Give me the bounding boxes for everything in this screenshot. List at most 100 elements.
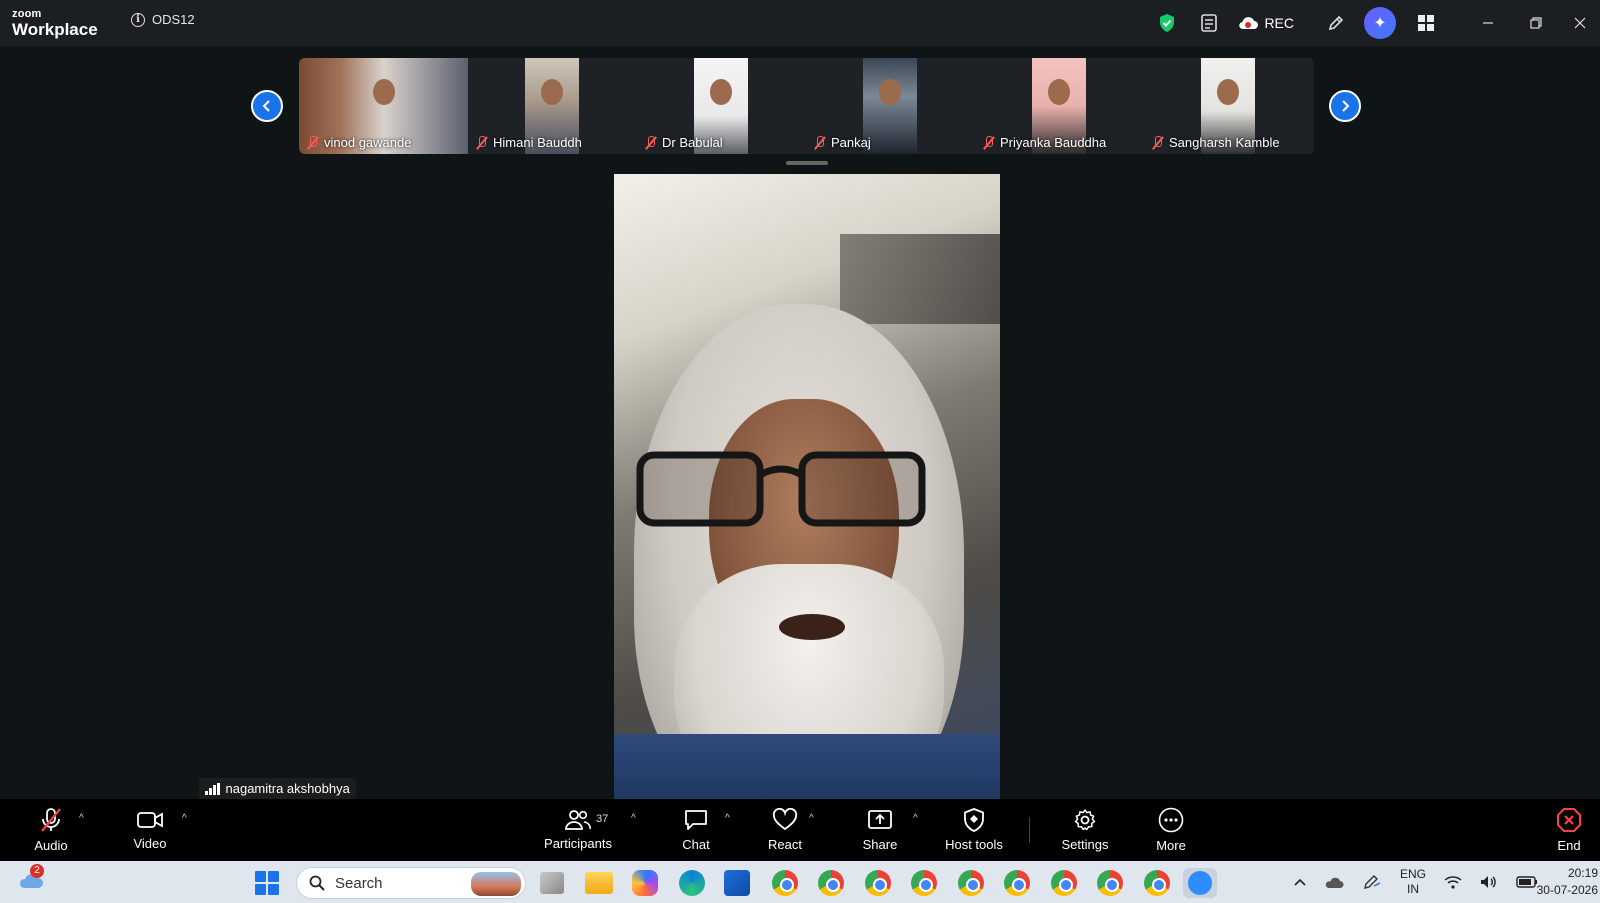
taskbar-clock[interactable]: 20:19 30-07-2026 <box>1537 865 1598 899</box>
toolbar-divider <box>1029 817 1030 843</box>
language-indicator[interactable]: ENG IN <box>1400 867 1426 897</box>
video-label: Video <box>133 836 167 851</box>
taskbar-search[interactable]: Search <box>296 867 526 899</box>
participant-tile[interactable]: Himani Bauddh <box>468 58 637 154</box>
participant-video <box>863 58 917 154</box>
notes-icon[interactable] <box>1195 9 1223 37</box>
apps-grid-icon[interactable] <box>1412 9 1440 37</box>
copilot-icon[interactable] <box>632 870 658 896</box>
search-placeholder: Search <box>335 874 383 892</box>
more-dots-icon <box>1158 807 1184 833</box>
chrome-icon[interactable] <box>865 870 891 896</box>
annotate-pen-icon[interactable] <box>1322 9 1350 37</box>
more-button[interactable]: More <box>1152 799 1190 861</box>
participants-options-caret[interactable]: ^ <box>631 813 636 824</box>
chrome-icon[interactable] <box>1144 870 1170 896</box>
host-tools-button[interactable]: Host tools <box>944 799 1004 861</box>
audio-button[interactable]: Audio <box>28 799 74 861</box>
restore-icon[interactable] <box>1512 0 1560 46</box>
title-bar: zoom Workplace i ODS12 REC ✦ <box>0 0 1600 46</box>
chrome-icon[interactable] <box>958 870 984 896</box>
meeting-info-button[interactable]: i ODS12 <box>131 12 195 27</box>
chrome-icon[interactable] <box>1004 870 1030 896</box>
filmstrip-resize-handle[interactable] <box>786 161 828 165</box>
participant-name-label: Dr Babulal <box>645 135 723 150</box>
task-view-icon[interactable] <box>540 872 564 894</box>
file-explorer-icon[interactable] <box>585 872 613 894</box>
participant-filmstrip: vinod gawande Himani Bauddh Dr Babulal P… <box>299 58 1314 154</box>
participant-tile[interactable]: Dr Babulal <box>637 58 806 154</box>
share-options-caret[interactable]: ^ <box>913 813 918 824</box>
clock-date: 30-07-2026 <box>1536 883 1598 897</box>
active-speaker-video <box>614 174 1000 799</box>
audio-label: Audio <box>34 838 68 853</box>
chrome-icon[interactable] <box>1097 870 1123 896</box>
video-background <box>840 234 1000 324</box>
minimize-icon[interactable] <box>1464 0 1512 46</box>
audio-options-caret[interactable]: ^ <box>79 813 84 824</box>
logo-small-text: zoom <box>12 8 42 20</box>
chevron-up-icon[interactable] <box>1294 878 1306 886</box>
chat-bubble-icon <box>685 810 707 830</box>
video-subject-mouth <box>779 614 845 640</box>
volume-icon[interactable] <box>1480 875 1498 889</box>
gear-icon <box>1074 809 1096 831</box>
mic-muted-icon <box>814 135 826 150</box>
zoom-app-icon[interactable] <box>1183 868 1217 898</box>
wifi-icon[interactable] <box>1444 875 1462 889</box>
battery-icon[interactable] <box>1516 876 1538 888</box>
cloud-rec-icon <box>1239 17 1259 30</box>
end-meeting-button[interactable]: End <box>1552 799 1586 861</box>
encryption-shield-icon[interactable] <box>1153 9 1181 37</box>
chrome-icon[interactable] <box>772 870 798 896</box>
onedrive-icon[interactable] <box>1324 876 1344 889</box>
end-call-icon <box>1557 808 1581 832</box>
participant-tile[interactable]: Priyanka Bauddha <box>975 58 1144 154</box>
video-button[interactable]: Video <box>128 799 172 861</box>
meeting-id: ODS12 <box>152 12 195 27</box>
participant-name-label: vinod gawande <box>307 135 411 150</box>
react-label: React <box>768 837 802 852</box>
zoom-logo: zoom Workplace <box>12 8 98 39</box>
video-options-caret[interactable]: ^ <box>182 813 187 824</box>
chrome-icon[interactable] <box>911 870 937 896</box>
share-screen-icon <box>868 810 892 829</box>
chrome-icon[interactable] <box>1051 870 1077 896</box>
react-options-caret[interactable]: ^ <box>809 813 814 824</box>
os-taskbar: 2 Search ENG IN 20:19 30-07-2026 <box>0 861 1600 903</box>
chat-options-caret[interactable]: ^ <box>725 813 730 824</box>
ai-companion-icon[interactable]: ✦ <box>1364 7 1396 39</box>
meeting-toolbar: Audio ^ Video ^ Participants 37 ^ Chat ^… <box>0 799 1600 861</box>
zoom-logo-icon <box>1188 871 1212 895</box>
weather-badge: 2 <box>30 864 44 878</box>
react-button[interactable]: React <box>766 799 804 861</box>
video-subject-shirt <box>614 734 1000 799</box>
edge-browser-icon[interactable] <box>679 870 705 896</box>
settings-button[interactable]: Settings <box>1059 799 1111 861</box>
participants-button[interactable]: Participants <box>542 799 614 861</box>
cloud-recording-button[interactable]: REC <box>1237 15 1294 31</box>
heart-icon <box>772 808 798 831</box>
start-button[interactable] <box>255 871 279 895</box>
rec-label: REC <box>1264 15 1294 31</box>
signal-strength-icon <box>205 782 220 795</box>
participant-tile[interactable]: Sangharsh Kamble <box>1144 58 1314 154</box>
logo-product-text: Workplace <box>12 20 98 39</box>
filmstrip-next-button[interactable] <box>1329 90 1361 122</box>
participants-icon <box>565 810 591 830</box>
search-icon <box>309 875 325 891</box>
mic-muted-icon <box>645 135 657 150</box>
share-button[interactable]: Share <box>862 799 898 861</box>
chat-button[interactable]: Chat <box>678 799 714 861</box>
filmstrip-prev-button[interactable] <box>251 90 283 122</box>
outlook-icon[interactable] <box>724 870 750 896</box>
active-speaker-name: nagamitra akshobhya <box>225 781 350 796</box>
pen-ink-icon[interactable] <box>1362 874 1382 890</box>
mic-muted-icon <box>307 135 319 150</box>
chrome-icon[interactable] <box>818 870 844 896</box>
participant-name-label: Priyanka Bauddha <box>983 135 1106 150</box>
participant-tile[interactable]: vinod gawande <box>299 58 468 154</box>
participant-tile[interactable]: Pankaj <box>806 58 975 154</box>
close-icon[interactable] <box>1560 0 1600 46</box>
language-code: ENG <box>1400 867 1427 881</box>
